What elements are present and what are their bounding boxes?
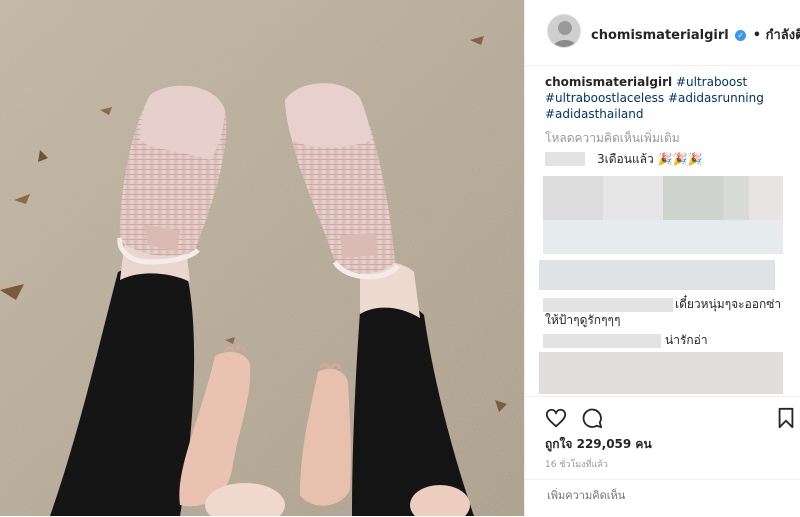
comments-section: chomismaterialgirl #ultraboost #ultraboo…: [545, 74, 791, 146]
post-actions: ถูกใจ 229,059 คน 16 ชั่วโมงที่แล้ว: [525, 396, 800, 516]
avatar[interactable]: [547, 14, 581, 48]
add-comment-bar: [525, 479, 800, 517]
post-photo[interactable]: [0, 0, 524, 516]
heart-icon[interactable]: [545, 407, 567, 429]
hashtag-link[interactable]: #ultraboostlaceless: [545, 91, 664, 105]
comment-text: ให้ป้าๆดูรักๆๆๆ: [545, 313, 621, 327]
beach-feet-image: [0, 0, 524, 516]
hashtag-link[interactable]: #ultraboost: [676, 75, 747, 89]
caption-username[interactable]: chomismaterialgirl: [545, 75, 672, 89]
username-link[interactable]: chomismaterialgirl: [591, 28, 729, 43]
comment-text: 3เดือนแล้ว 🎉🎉🎉: [597, 151, 702, 167]
following-button[interactable]: • กำลังติดตาม: [753, 28, 800, 43]
load-more-comments-link[interactable]: โหลดความคิดเห็นเพิ่มเติม: [545, 130, 791, 146]
post-timestamp[interactable]: 16 ชั่วโมงที่แล้ว: [545, 457, 608, 471]
comment-icon[interactable]: [581, 407, 603, 429]
header-user-line: chomismaterialgirl ✓ • กำลังติดตาม: [591, 24, 800, 45]
blurred-comment: [539, 352, 783, 394]
comment-text-value: 3เดือนแล้ว: [597, 152, 654, 166]
blurred-username: [543, 298, 673, 312]
verified-badge-icon: ✓: [735, 30, 747, 41]
avatar-image: [548, 15, 580, 47]
party-popper-icon: 🎉🎉🎉: [657, 152, 703, 166]
bookmark-icon[interactable]: [775, 407, 797, 429]
comment-text: น่ารักอ่า: [665, 333, 708, 347]
blurred-username: [543, 334, 661, 348]
hashtag-link[interactable]: #adidasthailand: [545, 107, 644, 121]
add-comment-input[interactable]: [545, 488, 779, 503]
caption: chomismaterialgirl #ultraboost #ultraboo…: [545, 74, 791, 122]
post-sidebar: chomismaterialgirl ✓ • กำลังติดตาม chomi…: [524, 0, 800, 516]
likes-count[interactable]: ถูกใจ 229,059 คน: [545, 435, 652, 454]
post-header: chomismaterialgirl ✓ • กำลังติดตาม: [525, 0, 800, 66]
hashtag-link[interactable]: #adidasrunning: [668, 91, 764, 105]
comment-text: เดี๋ยวหนุ่มๆจะออกซ่า: [675, 297, 782, 311]
blurred-username: [545, 152, 585, 166]
